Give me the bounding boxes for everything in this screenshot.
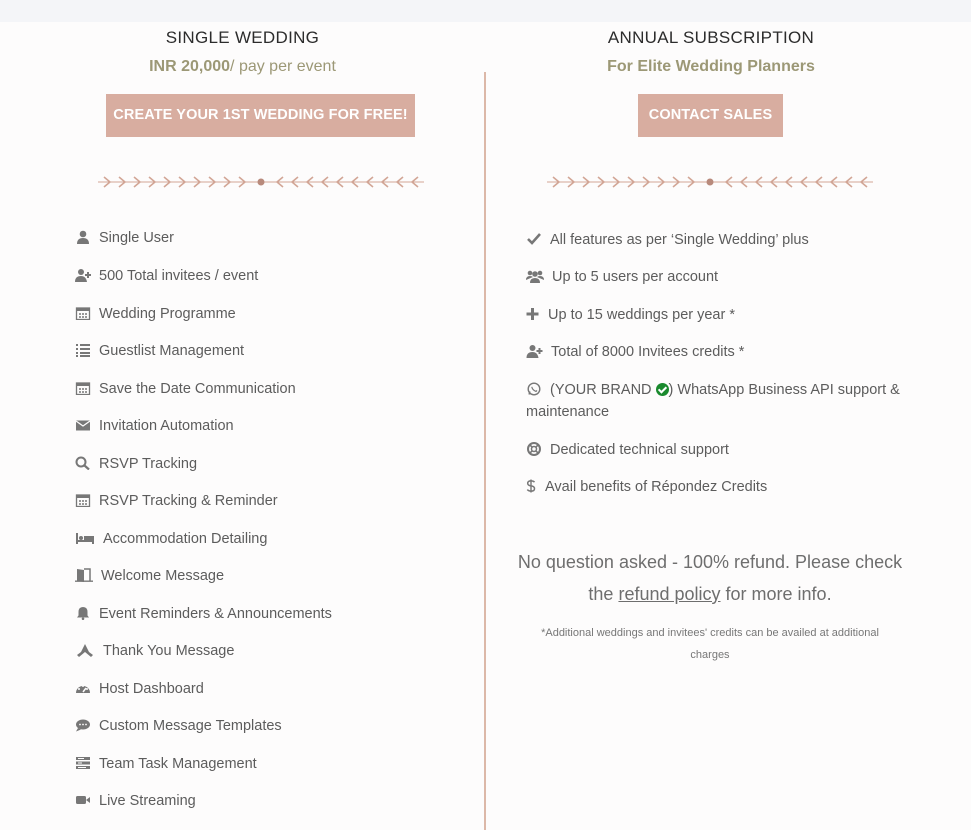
user-icon: [75, 230, 91, 244]
feature-item: RSVP Tracking: [75, 456, 197, 472]
feature-item: Guestlist Management: [75, 343, 244, 359]
feature-item: Dedicated technical support: [526, 439, 906, 461]
plus-icon: [526, 307, 539, 321]
feature-item: Welcome Message: [75, 568, 224, 584]
footnote: *Additional weddings and invitees' credi…: [541, 627, 879, 661]
feature-item: Up to 5 users per account: [526, 266, 906, 288]
ornament-divider: [98, 176, 424, 188]
list-icon: [75, 343, 91, 357]
contact-sales-button[interactable]: CONTACT SALES: [638, 94, 783, 137]
user-plus-icon: [526, 344, 543, 358]
plan-price: INR 20,000/ pay per event: [149, 58, 336, 75]
feature-item: Team Task Management: [75, 756, 257, 772]
calendar-icon: [75, 493, 91, 507]
lifebuoy-icon: [526, 442, 542, 456]
check-icon: [526, 232, 542, 246]
feature-item: Avail benefits of Répondez Credits: [526, 476, 906, 498]
feature-item: Event Reminders & Announcements: [75, 606, 332, 622]
video-icon: [75, 793, 91, 807]
door-icon: [75, 568, 93, 582]
calendar-icon: [75, 381, 91, 395]
top-strip: [0, 0, 971, 22]
refund-notice: No question asked - 100% refund. Please …: [517, 552, 903, 604]
create-wedding-button[interactable]: CREATE YOUR 1ST WEDDING FOR FREE!: [106, 94, 415, 137]
feature-item: Custom Message Templates: [75, 718, 282, 734]
bell-icon: [75, 606, 91, 620]
comment-icon: [75, 718, 91, 732]
user-plus-icon: [75, 268, 91, 282]
feature-item: Invitation Automation: [75, 418, 234, 434]
feature-item: Single User: [75, 230, 174, 246]
feature-item: Host Dashboard: [75, 681, 204, 697]
search-icon: [75, 456, 91, 470]
feature-item: Total of 8000 Invitees credits *: [526, 341, 906, 363]
plan-subtitle: For Elite Wedding Planners: [607, 58, 815, 75]
ornament-divider: [547, 176, 873, 188]
dashboard-icon: [75, 681, 91, 695]
dollar-icon: [526, 479, 536, 493]
column-divider: [484, 72, 486, 830]
feature-item: Thank You Message: [75, 643, 234, 659]
feature-item: Accommodation Detailing: [75, 531, 267, 547]
plan-title: ANNUAL SUBSCRIPTION: [607, 28, 815, 47]
plan-title: SINGLE WEDDING: [165, 28, 320, 47]
feature-item: 500 Total invitees / event: [75, 268, 258, 284]
verified-badge-icon: [655, 383, 669, 396]
refund-policy-link[interactable]: refund policy: [618, 584, 720, 604]
feature-item: Up to 15 weddings per year *: [526, 304, 906, 326]
bed-icon: [75, 531, 95, 545]
feature-item: RSVP Tracking & Reminder: [75, 493, 278, 509]
feature-item: All features as per ‘Single Wedding’ plu…: [526, 229, 906, 251]
users-icon: [526, 269, 544, 283]
envelope-icon: [75, 418, 91, 432]
feature-item: Save the Date Communication: [75, 381, 296, 397]
whatsapp-icon: [526, 382, 542, 396]
feature-item: Wedding Programme: [75, 306, 236, 322]
calendar-icon: [75, 306, 91, 320]
feature-item-whatsapp: (YOUR BRAND ) WhatsApp Business API supp…: [526, 382, 900, 420]
feature-item: Live Streaming: [75, 793, 196, 809]
praying-hands-icon: [75, 643, 95, 657]
tasks-icon: [75, 756, 91, 770]
